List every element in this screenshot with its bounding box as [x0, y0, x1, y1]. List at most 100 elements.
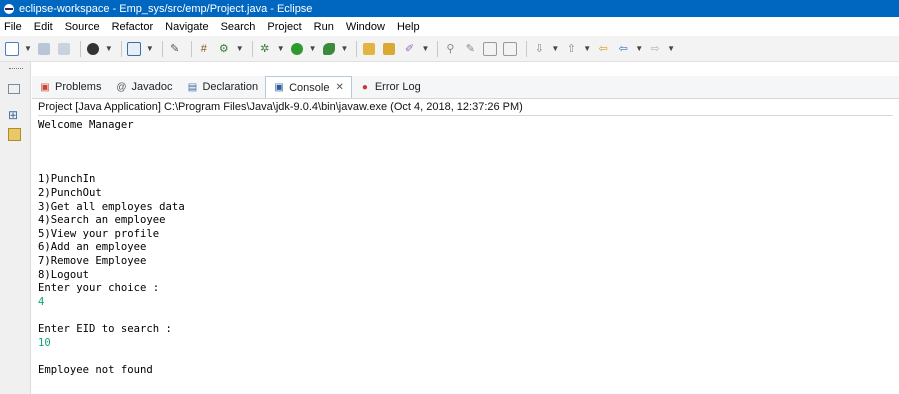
hierarchy-icon[interactable]: ⊞ [8, 108, 22, 122]
menu-edit[interactable]: Edit [34, 21, 53, 33]
menu-project[interactable]: Project [267, 21, 301, 33]
external-tools-icon[interactable] [321, 41, 337, 57]
back-icon[interactable]: ⇦ [595, 41, 611, 57]
new-icon[interactable] [4, 41, 20, 57]
debug-profile-icon[interactable] [85, 41, 101, 57]
open-type-icon[interactable]: # [196, 41, 212, 57]
error-log-icon: ● [361, 81, 368, 93]
open-folder-2-icon[interactable] [381, 41, 397, 57]
console-output-line: 8)Logout [38, 268, 90, 281]
chevron-down-icon[interactable]: ▼ [309, 44, 317, 53]
close-icon[interactable]: ✕ [335, 82, 343, 93]
tab-label: Declaration [202, 81, 259, 93]
run-icon[interactable] [289, 41, 305, 57]
declaration-icon: ▤ [187, 81, 198, 93]
console-description: Project [Java Application] C:\Program Fi… [38, 100, 893, 116]
chevron-down-icon[interactable]: ▼ [105, 44, 113, 53]
main-toolbar: ▼ ▼ ▼ ✎ # ⚙ ▼ ✲ ▼ ▼ ▼ ✐ ▼ ⚲ ✎ ⇩ ▼ ⇧ ▼ ⇦ … [0, 36, 899, 62]
toolbar-separator [356, 40, 358, 57]
chevron-down-icon[interactable]: ▼ [551, 44, 559, 53]
window-titlebar: eclipse-workspace - Emp_sys/src/emp/Proj… [0, 0, 899, 17]
toolbar-separator [190, 40, 192, 57]
javadoc-icon: @ [116, 81, 127, 93]
menu-search[interactable]: Search [221, 21, 256, 33]
tab-label: Error Log [374, 81, 421, 93]
console-output-line: 4)Search an employee [38, 214, 166, 227]
tab-console[interactable]: ▣ Console ✕ [265, 76, 352, 98]
menu-window[interactable]: Window [346, 21, 385, 33]
eclipse-icon [4, 3, 14, 14]
chevron-down-icon[interactable]: ▼ [236, 44, 244, 53]
menu-navigate[interactable]: Navigate [165, 21, 208, 33]
prev-annotation-icon[interactable]: ⇧ [563, 41, 579, 57]
toolbar-separator [437, 40, 439, 57]
console-output-line: 5)View your profile [38, 227, 160, 240]
tab-error-log[interactable]: ● Error Log [352, 76, 428, 98]
console-output-line: 6)Add an employee [38, 241, 147, 254]
save-icon[interactable] [36, 41, 52, 57]
console-input-line: 10 [38, 336, 51, 349]
chevron-down-icon[interactable]: ▼ [341, 44, 349, 53]
chevron-down-icon[interactable]: ▼ [667, 44, 675, 53]
tab-problems[interactable]: ▣ Problems [32, 76, 108, 98]
menu-help[interactable]: Help [397, 21, 420, 33]
console-output[interactable]: Welcome Manager 1)PunchIn 2)PunchOut 3)Get … [38, 119, 893, 394]
chevron-down-icon[interactable]: ▼ [635, 44, 643, 53]
grid-icon[interactable] [482, 41, 498, 57]
chevron-down-icon[interactable]: ▼ [421, 44, 429, 53]
drag-handle[interactable] [9, 68, 23, 71]
toolbar-separator [251, 40, 253, 57]
left-trim-bar: ⊞ [0, 62, 31, 394]
tab-declaration[interactable]: ▤ Declaration [179, 76, 265, 98]
console-icon: ▣ [274, 82, 284, 93]
toolbar-separator [120, 40, 122, 57]
chevron-down-icon[interactable]: ▼ [146, 44, 154, 53]
tab-label: Console [289, 81, 330, 94]
toolbar-separator [79, 40, 81, 57]
toolbar-separator [161, 40, 163, 57]
toolbar-separator [526, 40, 528, 57]
console-output-line: Employee not found [38, 363, 153, 376]
save-all-icon[interactable] [56, 41, 72, 57]
console-output-line: 2)PunchOut [38, 186, 102, 199]
menu-bar: File Edit Source Refactor Navigate Searc… [0, 17, 899, 36]
tab-label: Problems [55, 81, 102, 93]
menu-refactor[interactable]: Refactor [112, 21, 154, 33]
view-tab-bar: ▣ Problems @ Javadoc ▤ Declaration ▣ Con… [32, 76, 899, 99]
package-explorer-icon[interactable] [8, 128, 21, 141]
menu-source[interactable]: Source [65, 21, 100, 33]
console-output-line: 1)PunchIn [38, 173, 96, 186]
menu-run[interactable]: Run [314, 21, 334, 33]
menu-file[interactable]: File [4, 21, 22, 33]
open-folder-icon[interactable] [361, 41, 377, 57]
problems-icon: ▣ [40, 81, 50, 93]
console-view-icon[interactable] [126, 41, 142, 57]
restore-icon[interactable] [8, 84, 20, 94]
pen-icon[interactable]: ✎ [167, 41, 183, 57]
console-input-line: 4 [38, 295, 45, 308]
next-annotation-icon[interactable]: ⇩ [531, 41, 547, 57]
console-output-line: 3)Get all employes data [38, 200, 185, 213]
pin-icon[interactable]: ⚲ [442, 41, 458, 57]
table-icon[interactable] [502, 41, 518, 57]
edit-icon[interactable]: ✎ [462, 41, 478, 57]
chevron-down-icon[interactable]: ▼ [24, 44, 32, 53]
brush-icon[interactable]: ✐ [401, 41, 417, 57]
chevron-down-icon[interactable]: ▼ [583, 44, 591, 53]
debug-icon[interactable]: ✲ [257, 41, 273, 57]
tab-javadoc[interactable]: @ Javadoc [108, 76, 179, 98]
console-output-line: 7)Remove Employee [38, 254, 147, 267]
forward-icon[interactable]: ⇨ [647, 41, 663, 57]
console-output-line: Welcome Manager [38, 119, 134, 131]
back-nav-icon[interactable]: ⇦ [615, 41, 631, 57]
chevron-down-icon[interactable]: ▼ [277, 44, 285, 53]
gear-icon[interactable]: ⚙ [216, 41, 232, 57]
console-output-line: Enter EID to search : [38, 322, 172, 335]
window-title: eclipse-workspace - Emp_sys/src/emp/Proj… [19, 2, 313, 15]
tab-label: Javadoc [131, 81, 173, 93]
